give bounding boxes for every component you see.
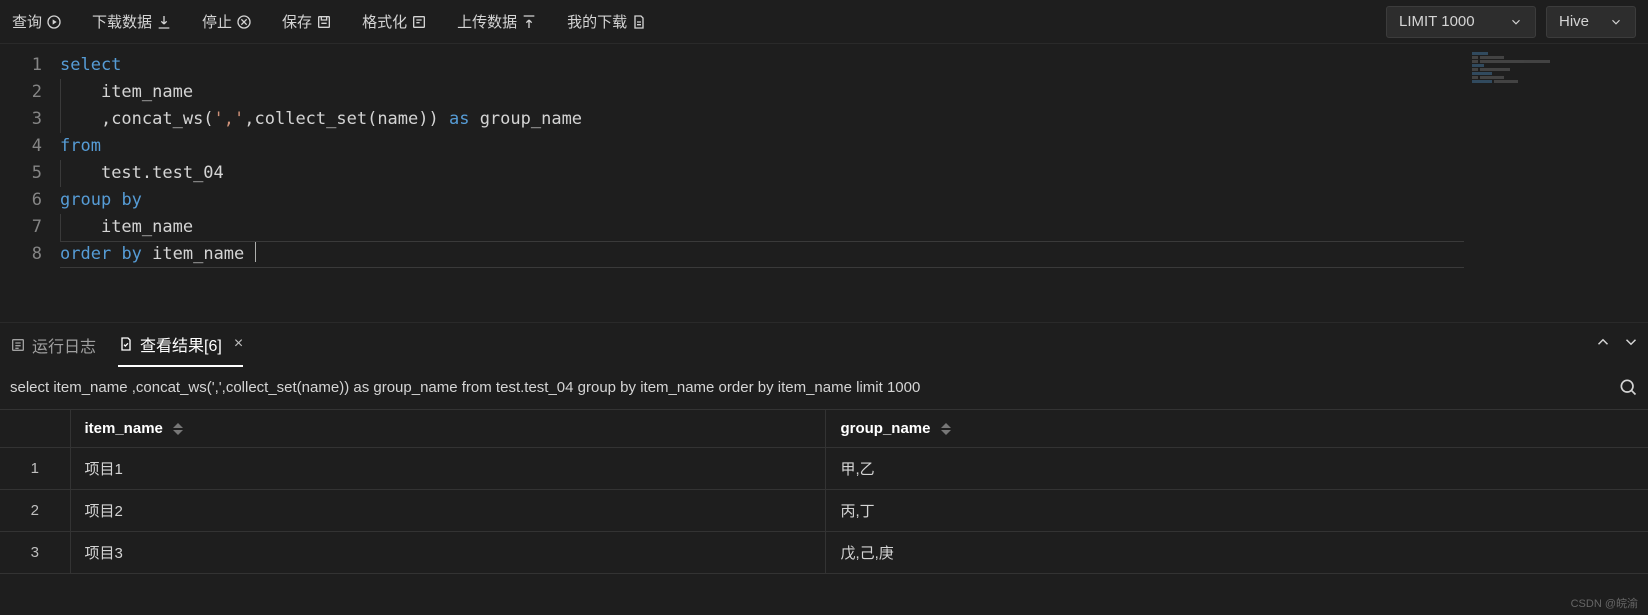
format-icon [411,14,427,30]
expand-icon[interactable] [1622,333,1640,351]
save-button[interactable]: 保存 [282,11,332,32]
line-number: 7 [0,214,42,241]
code-token: item_name [101,217,193,237]
line-number: 6 [0,187,42,214]
minimap[interactable] [1472,52,1642,92]
table-cell: 丙,丁 [826,490,1648,532]
column-header-item-name[interactable]: item_name [70,410,826,448]
line-number: 8 [0,241,42,268]
stop-icon [236,14,252,30]
download-icon [156,14,172,30]
table-cell: 项目3 [70,532,826,574]
save-icon [316,14,332,30]
code-line[interactable]: item_name [60,214,1648,241]
search-icon[interactable] [1618,377,1638,397]
table-cell: 戊,己,庚 [826,532,1648,574]
row-number-cell: 2 [0,490,70,532]
code-area[interactable]: select item_name ,concat_ws(',',collect_… [60,44,1648,322]
code-line[interactable]: select [60,52,1648,79]
upload-icon [521,14,537,30]
play-icon [46,14,62,30]
sort-icon[interactable] [941,423,951,435]
table-header-row: item_name group_name [0,410,1648,448]
sort-icon[interactable] [173,423,183,435]
code-line[interactable]: group by [60,187,1648,214]
code-token: by [121,190,141,210]
result-table: item_name group_name 1项目1甲,乙2项目2丙,丁3项目3戊… [0,409,1648,574]
table-cell: 甲,乙 [826,448,1648,490]
chevron-down-icon [1609,15,1623,29]
upload-data-button[interactable]: 上传数据 [457,11,537,32]
engine-select[interactable]: Hive [1546,6,1636,38]
row-number-cell: 3 [0,532,70,574]
tab-run-log[interactable]: 运行日志 [10,323,96,367]
panel-tabs: 运行日志 查看结果[6] × [0,323,1648,367]
line-number: 3 [0,106,42,133]
format-label: 格式化 [362,11,407,32]
code-token: group [60,190,111,210]
stop-button[interactable]: 停止 [202,11,252,32]
line-number: 1 [0,52,42,79]
results-panel: 运行日志 查看结果[6] × select item_name ,concat_… [0,322,1648,574]
query-label: 查询 [12,11,42,32]
watermark: CSDN @皖渝 [1571,595,1638,611]
code-token: ,concat_ws( [101,109,214,129]
column-header-group-name[interactable]: group_name [826,410,1648,448]
file-icon [631,14,647,30]
table-row[interactable]: 1项目1甲,乙 [0,448,1648,490]
chevron-down-icon [1509,15,1523,29]
log-icon [10,337,26,353]
tab-result-label: 查看结果[6] [140,332,222,356]
save-label: 保存 [282,11,312,32]
panel-controls [1594,333,1640,351]
close-tab-icon[interactable]: × [234,335,243,353]
mydl-label: 我的下载 [567,11,627,32]
code-token: ,collect_set(name)) [244,109,449,129]
format-button[interactable]: 格式化 [362,11,427,32]
line-number: 2 [0,79,42,106]
code-line[interactable]: ,concat_ws(',',collect_set(name)) as gro… [60,106,1648,133]
engine-value: Hive [1559,13,1589,30]
col-1-label: group_name [840,420,930,437]
upload-label: 上传数据 [457,11,517,32]
code-line[interactable]: item_name [60,79,1648,106]
code-editor[interactable]: 12345678 select item_name ,concat_ws(','… [0,44,1648,322]
tab-log-label: 运行日志 [32,333,96,357]
table-row[interactable]: 3项目3戊,己,庚 [0,532,1648,574]
code-token: test.test_04 [101,163,224,183]
line-number: 4 [0,133,42,160]
line-gutter: 12345678 [0,44,60,322]
download-label: 下载数据 [92,11,152,32]
row-number-cell: 1 [0,448,70,490]
row-number-header [0,410,70,448]
code-line[interactable]: test.test_04 [60,160,1648,187]
limit-value: LIMIT 1000 [1399,13,1475,30]
collapse-icon[interactable] [1594,333,1612,351]
query-button[interactable]: 查询 [12,11,62,32]
code-token: from [60,136,101,156]
executed-query-row: select item_name ,concat_ws(',',collect_… [0,367,1648,409]
code-token: as [449,109,469,129]
table-row[interactable]: 2项目2丙,丁 [0,490,1648,532]
code-token: ',' [214,109,245,129]
code-token: item_name [101,82,193,102]
toolbar: 查询 下载数据 停止 保存 格式化 上传数据 我的下载 LIMIT 100 [0,0,1648,44]
code-line[interactable]: from [60,133,1648,160]
result-icon [118,336,134,352]
code-token [111,190,121,210]
line-number: 5 [0,160,42,187]
tab-view-result[interactable]: 查看结果[6] × [118,323,243,367]
col-0-label: item_name [85,420,163,437]
toolbar-left: 查询 下载数据 停止 保存 格式化 上传数据 我的下载 [12,11,647,32]
executed-query-text: select item_name ,concat_ws(',',collect_… [10,379,1608,396]
table-cell: 项目1 [70,448,826,490]
my-downloads-button[interactable]: 我的下载 [567,11,647,32]
code-token: select [60,55,121,75]
stop-label: 停止 [202,11,232,32]
code-token: group_name [469,109,582,129]
download-data-button[interactable]: 下载数据 [92,11,172,32]
table-cell: 项目2 [70,490,826,532]
limit-select[interactable]: LIMIT 1000 [1386,6,1536,38]
